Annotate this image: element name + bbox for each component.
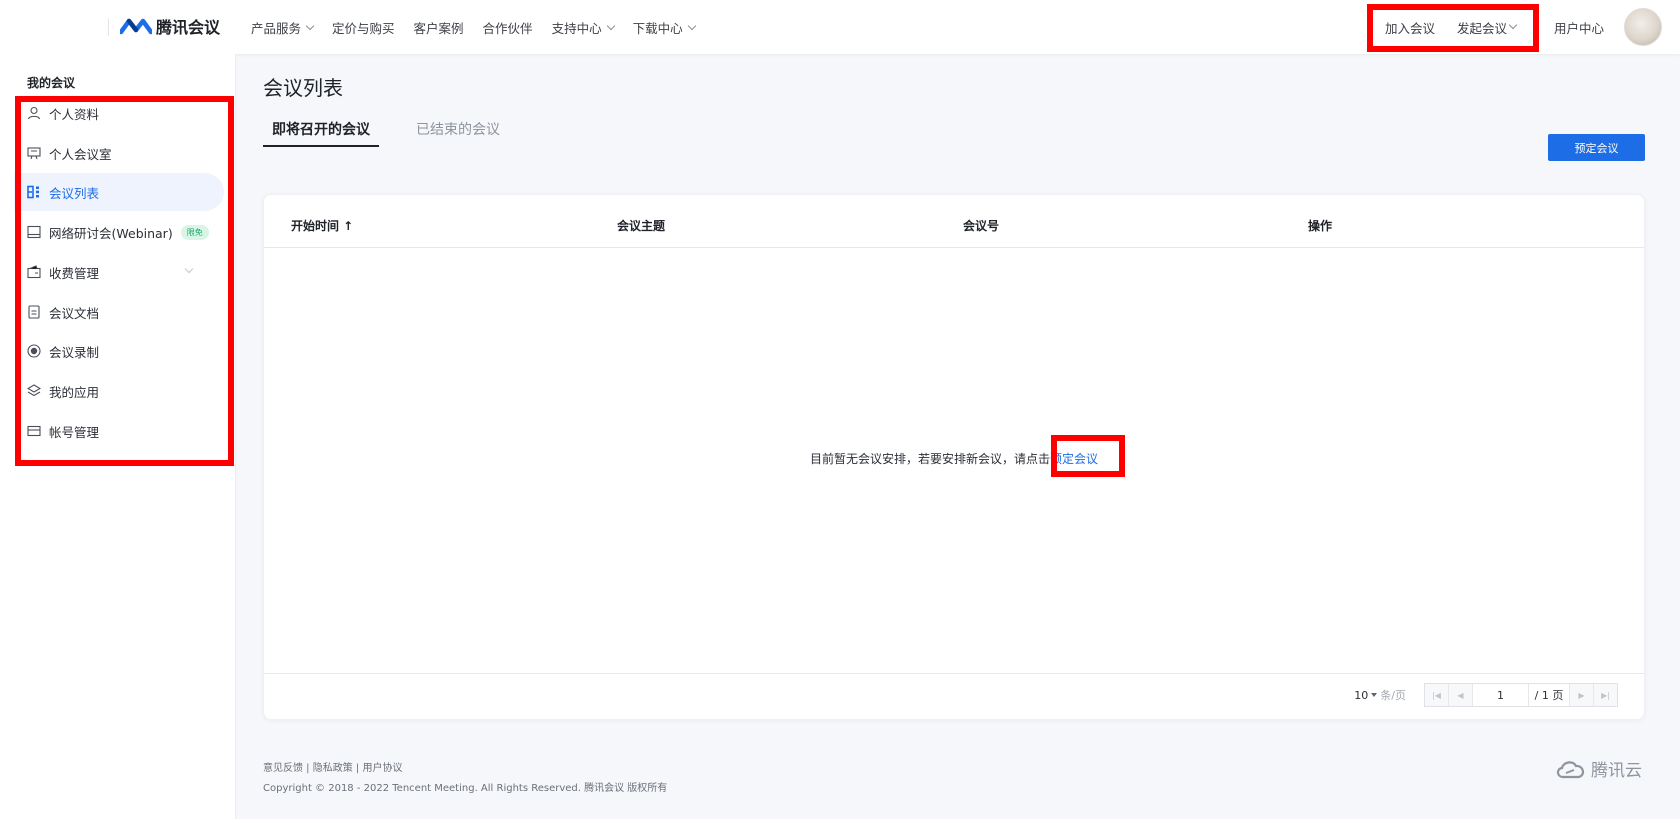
page-title: 会议列表 — [263, 76, 343, 100]
tab-upcoming-meetings[interactable]: 即将召开的会议 — [263, 119, 379, 147]
sidebar-item-my-apps[interactable]: 我的应用 — [14, 372, 224, 410]
join-meeting-link[interactable]: 加入会议 — [1385, 18, 1435, 37]
sidebar-item-label: 会议文档 — [49, 305, 100, 321]
record-icon — [27, 344, 41, 358]
privacy-policy-link[interactable]: 隐私政策 — [313, 763, 353, 774]
avatar[interactable] — [1624, 8, 1662, 46]
next-page-icon[interactable]: ▶ — [1569, 684, 1593, 706]
brand-logo-link[interactable]: 腾讯会议 — [120, 14, 220, 38]
pagination: 10 条/页 |◀ ◀ / 1 页 ▶ ▶| — [1354, 683, 1618, 707]
tencent-meeting-logo-icon — [120, 18, 152, 35]
last-page-icon[interactable]: ▶| — [1593, 684, 1617, 706]
top-navbar: 腾讯会议 产品服务 定价与购买 客户案例 合作伙伴 支持中心 下载中心 加入会议… — [0, 0, 1680, 54]
chevron-down-icon — [606, 21, 615, 30]
webinar-icon — [27, 225, 41, 239]
column-start-time[interactable]: 开始时间 ↑ — [291, 217, 353, 234]
pagination-bar: 10 条/页 |◀ ◀ / 1 页 ▶ ▶| — [264, 673, 1644, 719]
page-size-value: 10 — [1354, 688, 1369, 702]
sidebar-section-title: 我的会议 — [27, 76, 76, 90]
sidebar-item-label: 收费管理 — [49, 265, 100, 281]
sidebar-item-label: 会议列表 — [49, 185, 100, 201]
chevron-down-icon — [687, 21, 696, 30]
sidebar-item-label: 帐号管理 — [49, 424, 100, 440]
tab-ended-meetings[interactable]: 已结束的会议 — [407, 119, 509, 147]
menu-label: 产品服务 — [251, 21, 302, 36]
column-actions: 操作 — [1308, 219, 1333, 233]
footer-links: 意见反馈 | 隐私政策 | 用户协议 — [263, 759, 402, 774]
page-navigator: |◀ ◀ / 1 页 ▶ ▶| — [1424, 683, 1618, 707]
column-meeting-id: 会议号 — [963, 219, 1000, 233]
menu-label: 下载中心 — [632, 21, 683, 36]
sidebar-item-label: 个人会议室 — [49, 146, 112, 162]
sidebar-item-profile[interactable]: 个人资料 — [14, 94, 224, 132]
brand-divider — [108, 18, 109, 36]
sidebar-item-label: 会议录制 — [49, 344, 100, 360]
per-page-label: 条/页 — [1380, 689, 1406, 702]
page-number-input[interactable] — [1473, 684, 1529, 706]
menu-pricing[interactable]: 定价与购买 — [332, 18, 395, 37]
empty-state-text: 目前暂无会议安排，若要安排新会议，请点击 — [809, 452, 1050, 466]
caret-down-icon — [1371, 693, 1378, 697]
sidebar-item-label: 我的应用 — [49, 384, 100, 400]
meeting-table-card: 开始时间 ↑ 会议主题 会议号 操作 目前暂无会议安排，若要安排新会议，请点击预… — [263, 194, 1645, 720]
sidebar-item-label: 个人资料 — [49, 106, 100, 122]
feedback-link[interactable]: 意见反馈 — [263, 763, 303, 774]
menu-label: 支持中心 — [551, 21, 602, 36]
user-icon — [27, 106, 41, 120]
cloud-icon — [1556, 760, 1585, 778]
chevron-down-icon — [1508, 20, 1518, 30]
sidebar: 我的会议 个人资料 个人会议室 会议列表 网络研讨会(Webinar) 限免 收… — [0, 54, 236, 819]
copyright-text: Copyright © 2018 - 2022 Tencent Meeting.… — [263, 783, 668, 794]
prev-page-icon[interactable]: ◀ — [1449, 684, 1473, 706]
empty-state-message: 目前暂无会议安排，若要安排新会议，请点击预定会议 — [264, 450, 1644, 467]
sidebar-item-personal-room[interactable]: 个人会议室 — [14, 134, 224, 172]
chevron-down-icon — [184, 264, 194, 274]
user-center-link[interactable]: 用户中心 — [1554, 18, 1604, 37]
limited-free-badge: 限免 — [180, 224, 209, 240]
card-icon — [27, 424, 41, 438]
tencent-cloud-logo: 腾讯云 — [1554, 756, 1642, 781]
schedule-meeting-button[interactable]: 预定会议 — [1548, 134, 1645, 161]
meeting-tabs: 即将召开的会议 已结束的会议 — [263, 119, 509, 147]
menu-label: 定价与购买 — [332, 21, 395, 36]
wallet-icon — [27, 265, 41, 279]
sidebar-item-recordings[interactable]: 会议录制 — [14, 332, 224, 370]
sidebar-item-label: 网络研讨会(Webinar) — [49, 225, 173, 241]
list-icon — [27, 185, 41, 199]
apps-icon — [27, 384, 41, 398]
sidebar-item-account[interactable]: 帐号管理 — [14, 412, 224, 450]
footer-separator: | — [352, 763, 363, 774]
menu-product-services[interactable]: 产品服务 — [251, 18, 315, 37]
sidebar-item-billing[interactable]: 收费管理 — [14, 253, 224, 291]
menu-support-center[interactable]: 支持中心 — [551, 18, 615, 37]
meeting-room-icon — [27, 146, 41, 160]
sidebar-item-webinar[interactable]: 网络研讨会(Webinar) 限免 — [14, 213, 224, 251]
document-icon — [27, 305, 41, 319]
menu-label: 客户案例 — [413, 21, 464, 36]
page-size-select[interactable]: 10 — [1354, 689, 1380, 702]
total-pages-label: / 1 页 — [1534, 689, 1564, 702]
start-meeting-dropdown[interactable]: 发起会议 — [1456, 18, 1518, 37]
chevron-down-icon — [305, 21, 315, 30]
cloud-brand-name: 腾讯云 — [1591, 761, 1642, 781]
sidebar-item-documents[interactable]: 会议文档 — [14, 293, 224, 331]
user-agreement-link[interactable]: 用户协议 — [362, 763, 402, 774]
footer-separator: | — [303, 763, 313, 774]
schedule-meeting-link[interactable]: 预定会议 — [1050, 452, 1098, 466]
brand-name: 腾讯会议 — [156, 18, 221, 37]
start-meeting-label: 发起会议 — [1456, 20, 1507, 36]
menu-customer-cases[interactable]: 客户案例 — [414, 18, 464, 37]
menu-label: 合作伙伴 — [482, 21, 533, 36]
top-right-actions: 加入会议 发起会议 用户中心 — [1363, 0, 1662, 54]
menu-partners[interactable]: 合作伙伴 — [483, 18, 533, 37]
table-header: 开始时间 ↑ 会议主题 会议号 操作 — [264, 195, 1644, 248]
menu-download-center[interactable]: 下载中心 — [632, 18, 696, 37]
column-subject: 会议主题 — [617, 219, 666, 233]
top-menu: 产品服务 定价与购买 客户案例 合作伙伴 支持中心 下载中心 — [251, 18, 696, 37]
first-page-icon[interactable]: |◀ — [1425, 684, 1449, 706]
sidebar-item-meeting-list[interactable]: 会议列表 — [14, 173, 224, 211]
